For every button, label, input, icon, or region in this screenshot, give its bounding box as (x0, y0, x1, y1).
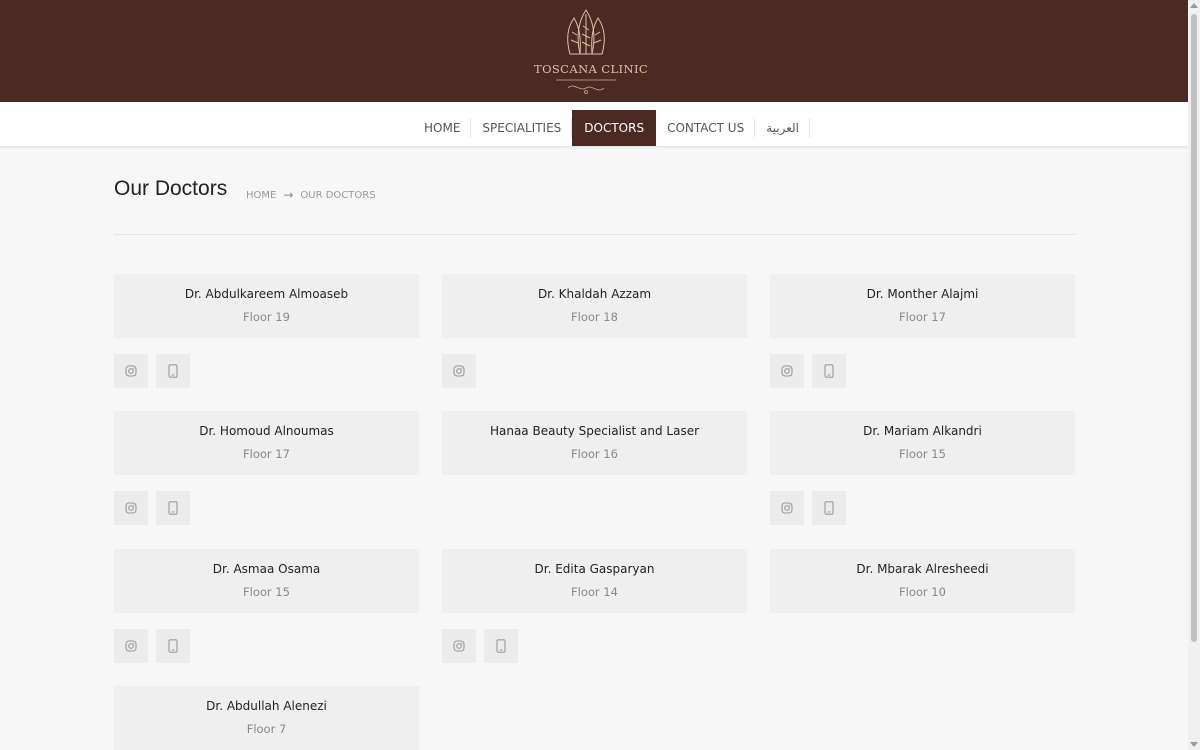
main-nav: HOME SPECIALITIES DOCTORS CONTACT US الع… (0, 102, 1188, 147)
page-scrollbar[interactable] (1188, 0, 1200, 750)
phone-button[interactable] (156, 354, 190, 388)
doctor-name: Dr. Asmaa Osama (212, 562, 321, 576)
nav-item-doctors[interactable]: DOCTORS (572, 110, 657, 146)
nav-item-home[interactable]: HOME (413, 110, 472, 146)
doctor-name: Dr. Mariam Alkandri (863, 424, 982, 438)
scroll-up-icon[interactable] (1190, 3, 1198, 8)
breadcrumb-arrow-icon: → (283, 188, 294, 202)
doctor-floor: Floor 10 (899, 585, 946, 599)
phone-button[interactable] (156, 629, 190, 663)
page-title: Our Doctors (114, 177, 228, 200)
clinic-logo[interactable]: TOSCANA CLINIC (534, 6, 649, 96)
phone-button[interactable] (812, 354, 846, 388)
site-header: TOSCANA CLINIC (0, 0, 1188, 102)
doctor-card[interactable]: Dr. Khaldah Azzam Floor 18 (442, 274, 747, 338)
doctor-floor: Floor 15 (899, 447, 946, 461)
instagram-button[interactable] (442, 354, 476, 388)
doctor-name: Dr. Mbarak Alresheedi (856, 562, 989, 576)
phone-icon (168, 639, 178, 653)
nav-item-contact-us[interactable]: CONTACT US (656, 110, 756, 146)
doctor-card[interactable]: Dr. Monther Alajmi Floor 17 (770, 274, 1075, 338)
doctor-floor: Floor 17 (243, 447, 290, 461)
doctor-name: Dr. Khaldah Azzam (537, 287, 652, 301)
doctor-floor: Floor 18 (571, 310, 618, 324)
instagram-button[interactable] (114, 629, 148, 663)
nav-menu: HOME SPECIALITIES DOCTORS CONTACT US الع… (413, 110, 810, 146)
instagram-button[interactable] (114, 491, 148, 525)
doctor-floor: Floor 7 (246, 722, 287, 736)
doctor-floor: Floor 14 (571, 585, 618, 599)
phone-icon (824, 364, 834, 378)
instagram-icon (453, 640, 465, 652)
ornament-icon (556, 79, 616, 94)
doctor-floor: Floor 15 (243, 585, 290, 599)
doctor-name: Dr. Abdulkareem Almoaseb (184, 287, 349, 301)
phone-icon (824, 501, 834, 515)
doctor-card[interactable]: Dr. Homoud Alnoumas Floor 17 (114, 411, 419, 475)
breadcrumb-current: OUR DOCTORS (300, 189, 376, 201)
doctor-name: Dr. Monther Alajmi (866, 287, 979, 301)
scroll-down-icon[interactable] (1190, 742, 1198, 747)
instagram-icon (125, 502, 137, 514)
phone-icon (496, 639, 506, 653)
doctor-name: Dr. Edita Gasparyan (534, 562, 655, 576)
cypress-trees-icon (567, 9, 605, 55)
doctor-card[interactable]: Dr. Asmaa Osama Floor 15 (114, 549, 419, 613)
instagram-icon (781, 502, 793, 514)
instagram-icon (125, 365, 137, 377)
doctor-card[interactable]: Dr. Edita Gasparyan Floor 14 (442, 549, 747, 613)
doctor-floor: Floor 17 (899, 310, 946, 324)
doctor-card[interactable]: Dr. Mbarak Alresheedi Floor 10 (770, 549, 1075, 613)
breadcrumb-home[interactable]: HOME (246, 190, 276, 201)
doctor-name: Hanaa Beauty Specialist and Laser (489, 424, 700, 438)
breadcrumb: HOME → OUR DOCTORS (246, 188, 376, 202)
doctor-name: Dr. Homoud Alnoumas (199, 424, 334, 438)
doctor-name: Dr. Abdullah Alenezi (206, 699, 327, 713)
doctor-card[interactable]: Dr. Abdullah Alenezi Floor 7 (114, 686, 419, 750)
instagram-icon (781, 365, 793, 377)
nav-item-arabic[interactable]: العربية (755, 110, 810, 146)
phone-button[interactable] (156, 491, 190, 525)
phone-icon (168, 364, 178, 378)
phone-button[interactable] (812, 491, 846, 525)
doctor-card[interactable]: Hanaa Beauty Specialist and Laser Floor … (442, 411, 747, 475)
phone-button[interactable] (484, 629, 518, 663)
instagram-button[interactable] (770, 354, 804, 388)
instagram-button[interactable] (114, 354, 148, 388)
scrollbar-thumb[interactable] (1191, 14, 1197, 642)
nav-item-specialities[interactable]: SPECIALITIES (471, 110, 573, 146)
instagram-icon (125, 640, 137, 652)
doctor-floor: Floor 19 (243, 310, 290, 324)
title-divider (114, 234, 1075, 235)
instagram-button[interactable] (442, 629, 476, 663)
phone-icon (168, 501, 178, 515)
doctor-floor: Floor 16 (571, 447, 618, 461)
doctor-card[interactable]: Dr. Mariam Alkandri Floor 15 (770, 411, 1075, 475)
brand-name: TOSCANA CLINIC (534, 62, 649, 76)
instagram-button[interactable] (770, 491, 804, 525)
instagram-icon (453, 365, 465, 377)
doctor-card[interactable]: Dr. Abdulkareem Almoaseb Floor 19 (114, 274, 419, 338)
